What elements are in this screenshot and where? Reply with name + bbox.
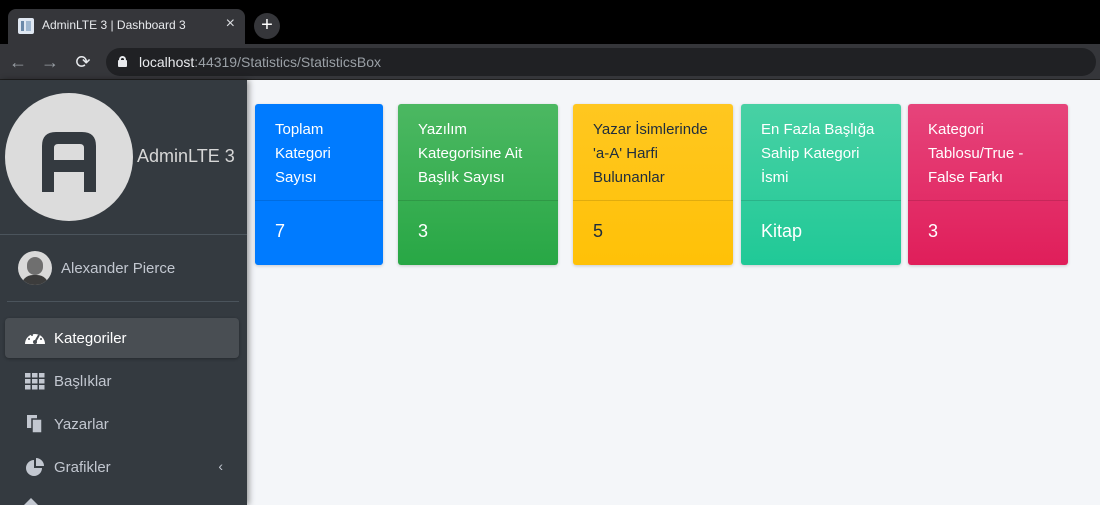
pie-chart-icon xyxy=(26,458,44,476)
sidebar-item-label: Kategoriler xyxy=(54,330,127,347)
card-title: Yazar İsimlerinde 'a-A' Harfi Bulunanlar xyxy=(593,121,708,186)
sidebar-item-grafikler[interactable]: Grafikler ‹ xyxy=(5,447,239,487)
back-button[interactable]: ← xyxy=(6,50,30,74)
chevron-left-icon: ‹ xyxy=(218,458,223,474)
user-name[interactable]: Alexander Pierce xyxy=(61,260,175,277)
card-value: 7 xyxy=(275,221,286,241)
card-header: Toplam Kategori Sayısı xyxy=(255,104,383,201)
card-header: Yazılım Kategorisine Ait Başlık Sayısı xyxy=(398,104,558,201)
address-bar[interactable]: localhost:44319/Statistics/StatisticsBox xyxy=(106,48,1096,76)
close-tab-icon[interactable]: × xyxy=(226,16,235,32)
sidebar-item-label: Başlıklar xyxy=(54,373,112,390)
card-title: Kategori Tablosu/True - False Farkı xyxy=(928,121,1024,186)
user-panel[interactable]: Alexander Pierce xyxy=(7,235,239,302)
sidebar-item-label: Yazarlar xyxy=(54,416,109,433)
card-header: Yazar İsimlerinde 'a-A' Harfi Bulunanlar xyxy=(573,104,733,201)
stat-card: En Fazla Başlığa Sahip Kategori İsmi Kit… xyxy=(741,104,901,265)
browser-toolbar: ← → ⟳ localhost:44319/Statistics/Statist… xyxy=(0,44,1100,80)
browser-tabbar: AdminLTE 3 | Dashboard 3 × + xyxy=(0,0,1100,44)
sidebar-item-kategoriler[interactable]: Kategoriler xyxy=(5,318,239,358)
card-title: Yazılım Kategorisine Ait Başlık Sayısı xyxy=(418,121,523,186)
card-value: 3 xyxy=(928,221,939,241)
sidebar-item-yazarlar[interactable]: Yazarlar xyxy=(5,404,239,444)
reload-button[interactable]: ⟳ xyxy=(71,50,95,74)
brand-text: AdminLTE 3 xyxy=(137,146,235,166)
url-text: localhost:44319/Statistics/StatisticsBox xyxy=(139,54,381,70)
browser-tab[interactable]: AdminLTE 3 | Dashboard 3 × xyxy=(8,9,245,44)
url-path: :44319/Statistics/StatisticsBox xyxy=(194,54,382,70)
card-value: Kitap xyxy=(761,221,803,241)
card-value: 3 xyxy=(418,221,429,241)
tab-title: AdminLTE 3 | Dashboard 3 xyxy=(42,18,186,32)
tachometer-icon xyxy=(25,334,45,344)
card-title: En Fazla Başlığa Sahip Kategori İsmi xyxy=(761,121,875,186)
sidebar-item-label: Grafikler xyxy=(54,459,111,476)
partial-menu-icon xyxy=(24,498,38,505)
new-tab-button[interactable]: + xyxy=(254,13,280,39)
sidebar: AdminLTE 3 Alexander Pierce Kategoriler xyxy=(0,80,247,505)
avatar xyxy=(18,251,52,285)
brand-logo xyxy=(5,93,133,221)
card-header: En Fazla Başlığa Sahip Kategori İsmi xyxy=(741,104,901,201)
card-value: 5 xyxy=(593,221,604,241)
url-host: localhost xyxy=(139,54,195,70)
stat-card: Kategori Tablosu/True - False Farkı 3 xyxy=(908,104,1068,265)
stat-card: Yazar İsimlerinde 'a-A' Harfi Bulunanlar… xyxy=(573,104,733,265)
sidebar-item-basliklar[interactable]: Başlıklar xyxy=(5,361,239,401)
copy-icon xyxy=(27,415,43,434)
sidebar-menu: Kategoriler Başlıklar Yazarlar Grafikler… xyxy=(5,318,239,490)
adminlte-logo-icon xyxy=(42,132,96,192)
forward-button[interactable]: → xyxy=(38,50,62,74)
brand-link[interactable]: AdminLTE 3 xyxy=(0,80,247,235)
stat-card: Toplam Kategori Sayısı 7 xyxy=(255,104,383,265)
stat-card: Yazılım Kategorisine Ait Başlık Sayısı 3 xyxy=(398,104,558,265)
grid-icon xyxy=(25,373,45,390)
lock-icon xyxy=(118,56,127,67)
page-favicon-icon xyxy=(18,18,34,34)
card-header: Kategori Tablosu/True - False Farkı xyxy=(908,104,1068,201)
card-title: Toplam Kategori Sayısı xyxy=(275,121,331,186)
